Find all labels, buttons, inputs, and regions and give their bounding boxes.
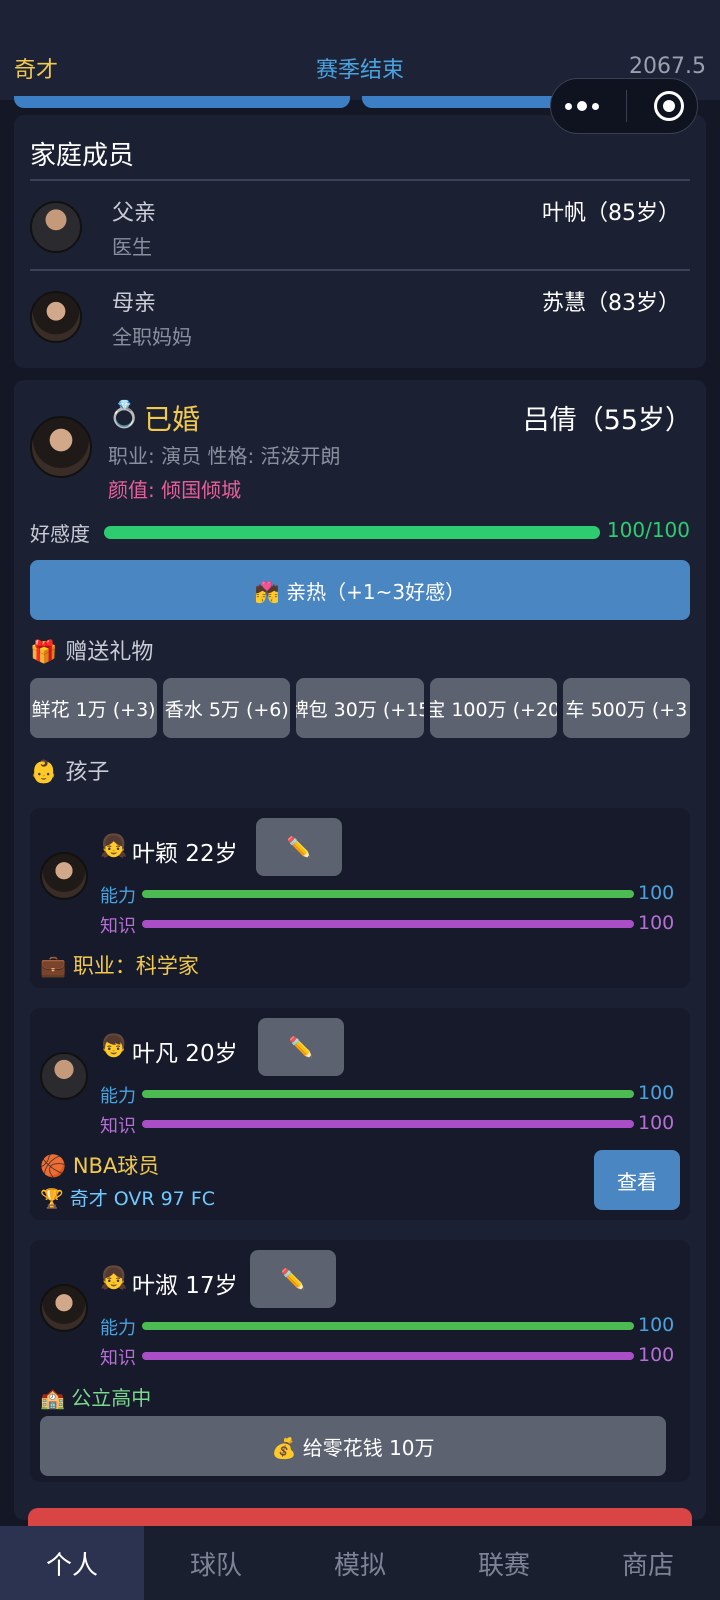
tab-simulate[interactable]: 模拟	[288, 1526, 432, 1600]
gift-jewel-button[interactable]: 宝 100万 (+20	[429, 678, 557, 738]
ability-label: 能力	[100, 1086, 136, 1107]
knowledge-bar	[142, 920, 634, 928]
marital-status: 已婚	[144, 403, 201, 436]
ability-label: 能力	[100, 1318, 136, 1339]
gift-perfume-button[interactable]: 香水 5万 (+6)	[163, 678, 291, 738]
child-card: 👦 叶凡 20岁 ✏️ 能力 100 知识 100 🏀 NBA球员 🏆 奇才 O…	[30, 1008, 690, 1220]
family-title: 家庭成员	[30, 141, 135, 171]
member-job: 全职妈妈	[112, 325, 192, 349]
tab-stub-left[interactable]	[14, 96, 350, 108]
capsule-divider	[625, 90, 627, 122]
child-card: 👧 叶淑 17岁 ✏️ 能力 100 知识 100 🏫 公立高中 💰 给零花钱 …	[30, 1240, 690, 1482]
member-father: 父亲 医生 叶帆（85岁）	[30, 181, 690, 269]
child-career: 💼 职业：科学家	[40, 954, 199, 978]
tab-shop[interactable]: 商店	[576, 1526, 720, 1600]
child-avatar	[40, 1052, 88, 1100]
gift-flowers-button[interactable]: 鲜花 1万 (+3)	[30, 678, 158, 738]
gift-buttons: 鲜花 1万 (+3) 香水 5万 (+6) 牌包 30万 (+15 宝 100万…	[30, 678, 691, 738]
spouse-info: 职业: 演员 性格: 活泼开朗	[108, 444, 341, 468]
child-name: 叶凡 20岁	[132, 1041, 238, 1067]
member-name: 苏慧（83岁）	[542, 291, 680, 316]
gift-title: 赠送礼物	[65, 640, 154, 665]
ability-value: 100	[638, 1314, 675, 1336]
edit-child-button[interactable]: ✏️	[256, 818, 342, 876]
knowledge-bar	[142, 1352, 634, 1360]
spouse-avatar	[30, 416, 92, 478]
knowledge-bar	[142, 1120, 634, 1128]
tab-league[interactable]: 联赛	[432, 1526, 576, 1600]
children-title: 孩子	[65, 760, 110, 785]
ability-value: 100	[638, 882, 675, 904]
ability-bar	[142, 1322, 634, 1330]
knowledge-label: 知识	[100, 1116, 136, 1137]
edit-child-button[interactable]: ✏️	[258, 1018, 344, 1076]
member-job: 医生	[112, 235, 152, 259]
gift-icon: 🎁	[30, 640, 58, 665]
tab-team[interactable]: 球队	[144, 1526, 288, 1600]
ability-bar	[142, 1090, 634, 1098]
child-icon: 👧	[100, 834, 128, 859]
edit-child-button[interactable]: ✏️	[250, 1250, 336, 1308]
gift-car-button[interactable]: 车 500万 (+3	[562, 678, 691, 738]
gift-section-title: 🎁 赠送礼物	[30, 634, 153, 666]
more-icon[interactable]	[564, 101, 599, 111]
spouse-looks: 颜值: 倾国倾城	[108, 478, 242, 502]
knowledge-value: 100	[638, 1344, 675, 1366]
ability-value: 100	[638, 1082, 675, 1104]
pencil-icon: ✏️	[288, 1035, 314, 1059]
child-card: 👧 叶颖 22岁 ✏️ 能力 100 知识 100 💼 职业：科学家	[30, 808, 690, 988]
child-name: 叶淑 17岁	[132, 1273, 238, 1299]
child-avatar	[40, 852, 88, 900]
child-icon: 👧	[100, 1266, 128, 1291]
spouse-name: 吕倩（55岁）	[522, 405, 692, 436]
pencil-icon: ✏️	[280, 1267, 306, 1291]
tab-personal[interactable]: 个人	[0, 1526, 144, 1600]
pencil-icon: ✏️	[286, 835, 312, 859]
knowledge-value: 100	[638, 912, 675, 934]
child-team-info: 🏆 奇才 OVR 97 FC	[40, 1188, 216, 1210]
view-button[interactable]: 查看	[594, 1150, 680, 1210]
intimate-button[interactable]: 💏 亲热（+1~3好感）	[30, 560, 690, 620]
affection-bar	[104, 526, 600, 539]
bottom-tab-bar: 个人 球队 模拟 联赛 商店	[0, 1526, 720, 1600]
give-allowance-button[interactable]: 💰 给零花钱 10万	[40, 1416, 666, 1476]
member-role: 母亲	[112, 291, 157, 316]
mini-program-capsule	[550, 78, 698, 134]
ability-bar	[142, 890, 634, 898]
member-name: 叶帆（85岁）	[542, 201, 680, 226]
member-role: 父亲	[112, 201, 157, 226]
knowledge-label: 知识	[100, 1348, 136, 1369]
ability-label: 能力	[100, 886, 136, 907]
gift-bag-button[interactable]: 牌包 30万 (+15	[296, 678, 424, 738]
child-school: 🏫 公立高中	[40, 1386, 152, 1410]
family-members-card: 家庭成员 父亲 医生 叶帆（85岁） 母亲 全职妈妈 苏慧（83岁）	[14, 115, 706, 368]
child-name: 叶颖 22岁	[132, 841, 238, 867]
knowledge-value: 100	[638, 1112, 675, 1134]
affection-value: 100/100	[606, 518, 690, 542]
spouse-card: 💍 已婚 吕倩（55岁） 职业: 演员 性格: 活泼开朗 颜值: 倾国倾城 好感…	[14, 380, 706, 1520]
baby-icon: 👶	[30, 760, 58, 785]
ring-icon: 💍	[108, 400, 141, 430]
affection-label: 好感度	[30, 522, 90, 546]
child-avatar	[40, 1284, 88, 1332]
children-section-title: 👶 孩子	[30, 754, 109, 786]
close-target-icon[interactable]	[653, 91, 684, 121]
balance: 2067.5	[629, 54, 706, 79]
avatar	[30, 201, 82, 253]
knowledge-label: 知识	[100, 916, 136, 937]
affection-bar-fill	[104, 526, 600, 539]
child-icon: 👦	[100, 1034, 128, 1059]
member-mother: 母亲 全职妈妈 苏慧（83岁）	[30, 271, 690, 359]
avatar	[30, 291, 82, 343]
child-career: 🏀 NBA球员	[40, 1154, 160, 1178]
